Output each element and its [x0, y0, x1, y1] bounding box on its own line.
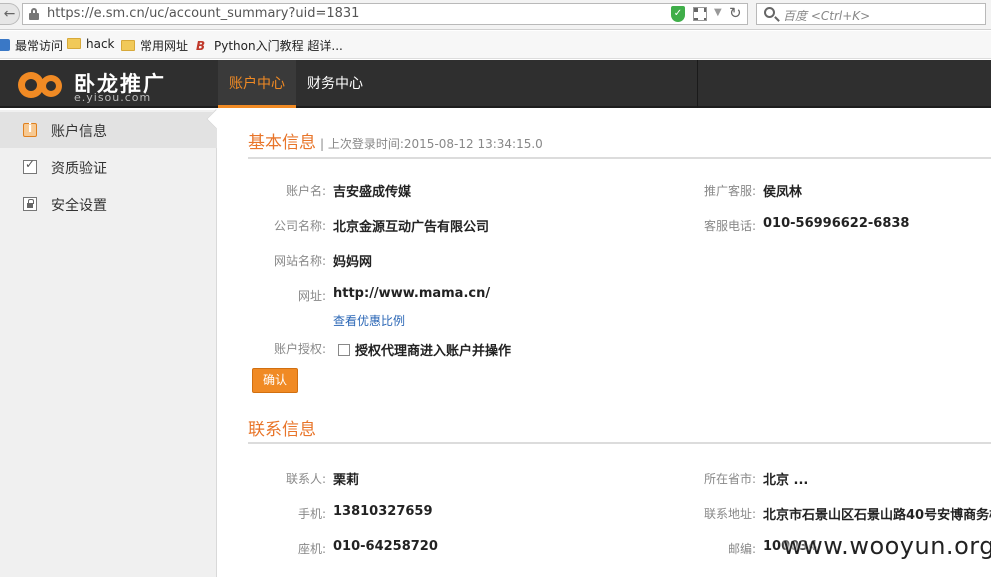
- shield-icon[interactable]: ✓: [671, 6, 685, 22]
- landline-label: 座机:: [297, 542, 326, 556]
- account-auth-label: 账户授权:: [273, 342, 326, 356]
- service-phone-value: 010-56996622-6838: [763, 216, 910, 231]
- bookmark-icon: [0, 39, 10, 51]
- section-divider: [248, 157, 991, 159]
- search-icon: [764, 7, 775, 18]
- contact-person-value: 栗莉: [333, 473, 360, 488]
- site-name-value: 妈妈网: [333, 255, 373, 270]
- address-bar[interactable]: https://e.sm.cn/uc/account_summary?uid=1…: [22, 3, 748, 25]
- province-value: 北京 ...: [763, 473, 809, 488]
- service-phone-label: 客服电话:: [703, 219, 756, 233]
- logo-icon: [18, 72, 68, 98]
- service-rep-value: 侯凤林: [763, 185, 803, 200]
- info-icon: [23, 121, 37, 137]
- tab-account-center[interactable]: 账户中心: [218, 60, 296, 108]
- nav-divider: [697, 60, 698, 108]
- landline-value: 010-64258720: [333, 539, 438, 554]
- service-rep-label: 推广客服:: [703, 184, 756, 198]
- province-label: 所在省市:: [703, 472, 756, 486]
- sidebar-item-security[interactable]: 安全设置: [0, 186, 217, 222]
- zip-label: 邮编:: [727, 542, 756, 556]
- bookmark-most-visited[interactable]: 最常访问: [0, 37, 63, 54]
- contact-person-label: 联系人:: [285, 472, 326, 486]
- mobile-value: 13810327659: [333, 504, 433, 519]
- qr-code-icon[interactable]: [693, 7, 707, 21]
- mobile-label: 手机:: [297, 507, 326, 521]
- bookmark-common-sites[interactable]: 常用网址: [121, 37, 188, 54]
- bookmark-hack[interactable]: hack: [67, 37, 115, 51]
- url-value: http://www.mama.cn/: [333, 286, 491, 301]
- auth-checkbox-row[interactable]: 授权代理商进入账户并操作: [338, 340, 511, 359]
- company-label: 公司名称:: [273, 219, 326, 233]
- account-name-value: 吉安盛成传媒: [333, 185, 412, 200]
- last-login-time: | 上次登录时间:2015-08-12 13:34:15.0: [320, 137, 543, 151]
- section-title-basic: 基本信息 | 上次登录时间:2015-08-12 13:34:15.0: [248, 133, 543, 153]
- search-placeholder: 百度 <Ctrl+K>: [783, 9, 871, 23]
- logo-subtext: e.yisou.com: [74, 91, 152, 104]
- section-divider: [248, 442, 991, 444]
- site-name-label: 网站名称:: [273, 254, 326, 268]
- site-header: 卧龙推广 e.yisou.com 账户中心 财务中心: [0, 60, 991, 108]
- back-arrow-icon[interactable]: ←: [0, 3, 20, 25]
- folder-icon: [67, 38, 81, 49]
- bookmarks-bar: 最常访问 hack 常用网址 B Python入门教程 超详...: [0, 31, 991, 59]
- account-name-label: 账户名:: [285, 184, 326, 198]
- browser-toolbar: ← https://e.sm.cn/uc/account_summary?uid…: [0, 0, 991, 30]
- auth-checkbox-text: 授权代理商进入账户并操作: [355, 344, 512, 359]
- sidebar: 账户信息 资质验证 安全设置: [0, 110, 217, 577]
- refresh-icon[interactable]: ↻: [729, 4, 742, 22]
- discount-ratio-link[interactable]: 查看优惠比例: [333, 312, 405, 329]
- sidebar-item-qualification[interactable]: 资质验证: [0, 149, 217, 185]
- url-label: 网址:: [297, 289, 326, 303]
- address-value: 北京市石景山区石景山路40号安博商务楼: [763, 508, 991, 523]
- bookmark-python-tutorial[interactable]: B Python入门教程 超详...: [196, 37, 343, 54]
- url-text: https://e.sm.cn/uc/account_summary?uid=1…: [47, 6, 360, 21]
- lock-icon: [23, 197, 37, 211]
- search-input[interactable]: 百度 <Ctrl+K>: [756, 3, 986, 25]
- auth-checkbox[interactable]: [338, 344, 350, 356]
- lock-icon: [29, 8, 39, 20]
- folder-icon: [121, 40, 135, 51]
- tab-finance-center[interactable]: 财务中心: [300, 60, 370, 108]
- checkbox-icon: [23, 157, 37, 174]
- address-label: 联系地址:: [703, 507, 756, 521]
- confirm-button[interactable]: 确认: [252, 368, 298, 393]
- dropdown-arrow-icon[interactable]: ▼: [714, 7, 722, 18]
- sidebar-item-account-info[interactable]: 账户信息: [0, 112, 217, 148]
- watermark: www.wooyun.org: [783, 532, 991, 560]
- company-value: 北京金源互动广告有限公司: [333, 220, 490, 235]
- site-favicon-icon: B: [196, 39, 206, 53]
- section-title-contact: 联系信息: [248, 420, 316, 440]
